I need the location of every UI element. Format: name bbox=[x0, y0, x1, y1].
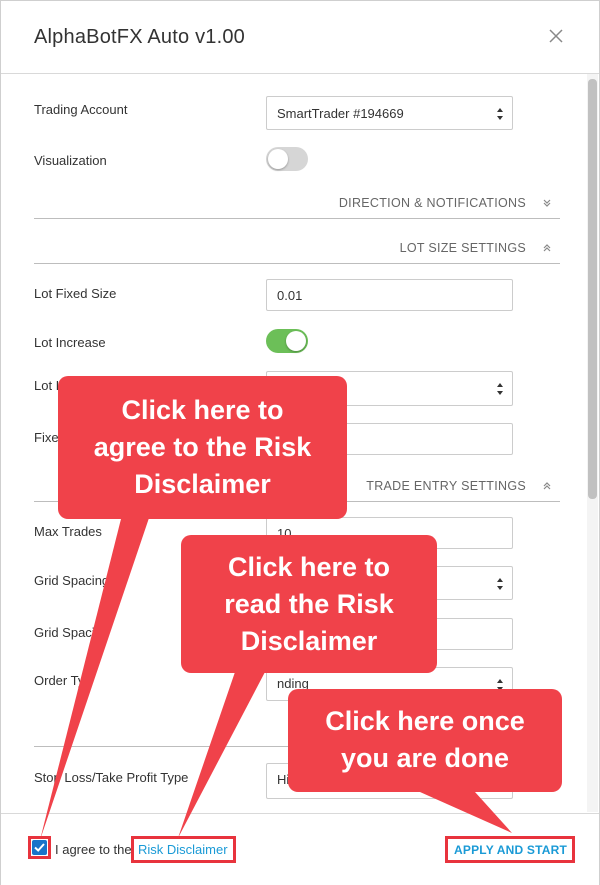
callout-agree-text: Click here to agree to the Risk Disclaim… bbox=[93, 395, 312, 499]
callout-done: Click here once you are done bbox=[288, 689, 562, 792]
callout-done-text: Click here once you are done bbox=[325, 706, 525, 773]
callout-pointer-read bbox=[178, 672, 265, 838]
callout-pointer-done bbox=[420, 792, 512, 833]
callout-read-text: Click here to read the Risk Disclaimer bbox=[224, 552, 394, 656]
callout-agree: Click here to agree to the Risk Disclaim… bbox=[58, 376, 347, 519]
callout-read: Click here to read the Risk Disclaimer bbox=[181, 535, 437, 673]
callout-pointer-agree bbox=[40, 515, 150, 840]
